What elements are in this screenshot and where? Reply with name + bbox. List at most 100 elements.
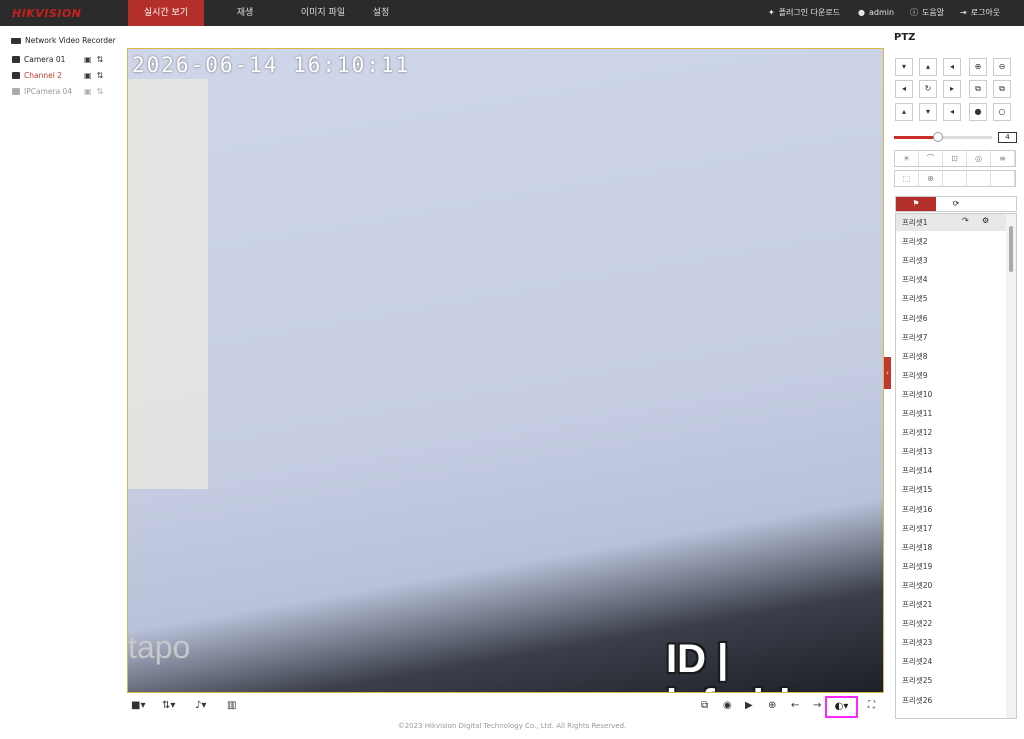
preset-item[interactable]: 프리셋9	[902, 370, 927, 381]
user-menu[interactable]: ● admin	[858, 0, 894, 26]
preset-item[interactable]: 프리셋14	[902, 465, 932, 476]
preset-item[interactable]: 프리셋19	[902, 561, 932, 572]
pan-right-icon[interactable]: ▸	[943, 80, 961, 98]
preset-scrollbar[interactable]	[1006, 214, 1016, 718]
settings-gear-icon[interactable]: ⚙	[982, 216, 989, 225]
stream-type-icon[interactable]: ⇅▾	[162, 699, 175, 713]
ptz-control-icon[interactable]: ⇅	[97, 87, 104, 96]
preset-item[interactable]: 프리셋12	[902, 427, 932, 438]
lens-init-icon[interactable]: ◎	[967, 151, 991, 166]
zoom-area-icon[interactable]: ⊕	[919, 171, 943, 186]
iris-close-icon[interactable]: ○	[993, 103, 1011, 121]
preset-item[interactable]: 프리셋23	[902, 637, 932, 648]
preset-item[interactable]: 프리셋20	[902, 580, 932, 591]
preset-item[interactable]: 프리셋18	[902, 542, 932, 553]
preset-item[interactable]: 프리셋7	[902, 332, 927, 343]
preset-item[interactable]: 프리셋3	[902, 255, 927, 266]
light-icon[interactable]: ☀	[895, 151, 919, 166]
preset-item[interactable]: 프리셋25	[902, 675, 932, 686]
video-brand-overlay: tapo	[128, 629, 191, 665]
preset-item[interactable]: 프리셋10	[902, 389, 932, 400]
preset-item[interactable]: 프리셋26	[902, 695, 932, 706]
logout-icon: ⇥	[960, 8, 967, 17]
hikvision-logo: HIKVISION	[12, 7, 82, 20]
record-icon[interactable]: ▣	[84, 71, 92, 80]
empty-slot	[991, 171, 1015, 186]
tab-settings[interactable]: 설정	[356, 0, 406, 26]
preset-item[interactable]: 프리셋22	[902, 618, 932, 629]
next-page-icon[interactable]: →	[813, 699, 821, 713]
speed-slider-fill	[894, 136, 939, 139]
preset-item[interactable]: 프리셋2	[902, 236, 927, 247]
device-tree-title[interactable]: Network Video Recorder	[11, 36, 116, 45]
camera-icon	[12, 56, 20, 63]
ptz-panel: PTZ ▾ ▴ ◂ ◂ ↻ ▸ ▴ ▾ ◂ ⊕ ⊖ ⧉ ⧉ ● ○ 4 ☀ ⌒ …	[890, 26, 1024, 739]
tab-preset-flag-icon[interactable]: ⚑	[896, 197, 936, 211]
zoom-out-icon[interactable]: ⊖	[993, 58, 1011, 76]
aspect-ratio-icon[interactable]: ▥	[227, 699, 236, 713]
pan-up-left-icon[interactable]: ▾	[895, 58, 913, 76]
tab-playback[interactable]: 재생	[220, 0, 270, 26]
scrollbar-thumb[interactable]	[1009, 226, 1013, 272]
video-timestamp: 2026-06-14 16:10:11	[132, 53, 411, 77]
pan-up-icon[interactable]: ▴	[919, 58, 937, 76]
preset-item[interactable]: 프리셋6	[902, 313, 927, 324]
live-video-view[interactable]: 2026-06-14 16:10:11 tapo ID | infodrive	[127, 48, 884, 693]
zoom-in-icon[interactable]: ⊕	[969, 58, 987, 76]
preset-item[interactable]: 프리셋5	[902, 293, 927, 304]
multi-window-icon[interactable]: ⧉	[701, 699, 708, 713]
window-layout-icon[interactable]: ■▾	[131, 699, 145, 713]
ptz-function-row-2: ⬚ ⊕	[894, 170, 1016, 187]
preset-item[interactable]: 프리셋4	[902, 274, 927, 285]
help-link[interactable]: ⓘ 도움말	[910, 0, 944, 26]
preset-item[interactable]: 프리셋11	[902, 408, 932, 419]
logout-link[interactable]: ⇥ 로그아웃	[960, 0, 1000, 26]
zoom-icon[interactable]: ⊕	[768, 699, 776, 713]
preset-item[interactable]: 프리셋16	[902, 504, 932, 515]
ptz-speed-value: 4	[998, 132, 1017, 143]
preset-item[interactable]: 프리셋1	[902, 217, 927, 228]
preset-item[interactable]: 프리셋13	[902, 446, 932, 457]
tab-patrol-icon[interactable]: ⟳	[936, 197, 976, 211]
record-icon[interactable]: ▣	[84, 55, 92, 64]
ptz-control-icon[interactable]: ⇅	[97, 55, 104, 64]
tab-live-view[interactable]: 실시간 보기	[128, 0, 204, 26]
pan-left-icon[interactable]: ◂	[895, 80, 913, 98]
record-icon[interactable]: ▣	[84, 87, 92, 96]
capture-icon[interactable]: ◉	[723, 699, 732, 713]
watermark: ID | infodrive	[666, 637, 835, 692]
auto-focus-icon[interactable]: ⊡	[943, 151, 967, 166]
tab-image-files[interactable]: 이미지 파일	[288, 0, 358, 26]
record-clip-icon[interactable]: ▶	[745, 699, 753, 713]
microphone-icon[interactable]: ♪▾	[195, 699, 206, 713]
fullscreen-icon[interactable]: ⛶	[868, 699, 875, 713]
preset-item[interactable]: 프리셋21	[902, 599, 932, 610]
previous-page-icon[interactable]: ←	[791, 699, 799, 713]
camera-item[interactable]: Camera 01	[12, 55, 65, 64]
camera-item-selected[interactable]: Channel 2	[12, 71, 62, 80]
plugin-download-link[interactable]: ✦ 플러그인 다운로드	[768, 0, 840, 26]
preset-item[interactable]: 프리셋24	[902, 656, 932, 667]
pan-down-right-icon[interactable]: ◂	[943, 103, 961, 121]
auto-pan-icon[interactable]: ↻	[919, 80, 937, 98]
speed-slider-thumb[interactable]	[933, 132, 944, 142]
call-preset-icon[interactable]: ↷	[962, 216, 969, 225]
3d-positioning-icon[interactable]: ⬚	[895, 171, 919, 186]
pan-down-icon[interactable]: ▾	[919, 103, 937, 121]
pan-up-right-icon[interactable]: ◂	[943, 58, 961, 76]
ptz-control-icon[interactable]: ⇅	[97, 71, 104, 80]
menu-icon[interactable]: ≡	[991, 151, 1015, 166]
wiper-icon[interactable]: ⌒	[919, 151, 943, 166]
pan-down-left-icon[interactable]: ▴	[895, 103, 913, 121]
audio-button[interactable]: ◐▾	[825, 696, 858, 718]
camera-item-offline[interactable]: IPCamera 04	[12, 87, 72, 96]
preset-item[interactable]: 프리셋15	[902, 484, 932, 495]
preset-item[interactable]: 프리셋17	[902, 523, 932, 534]
top-bar: HIKVISION 실시간 보기 재생 이미지 파일 설정 ✦ 플러그인 다운로드…	[0, 0, 1024, 26]
focus-far-icon[interactable]: ⧉	[993, 80, 1011, 98]
ptz-speed-slider[interactable]	[894, 132, 992, 142]
iris-open-icon[interactable]: ●	[969, 103, 987, 121]
focus-near-icon[interactable]: ⧉	[969, 80, 987, 98]
preset-item[interactable]: 프리셋8	[902, 351, 927, 362]
ptz-tabs: ⚑ ⟳	[895, 196, 1017, 212]
